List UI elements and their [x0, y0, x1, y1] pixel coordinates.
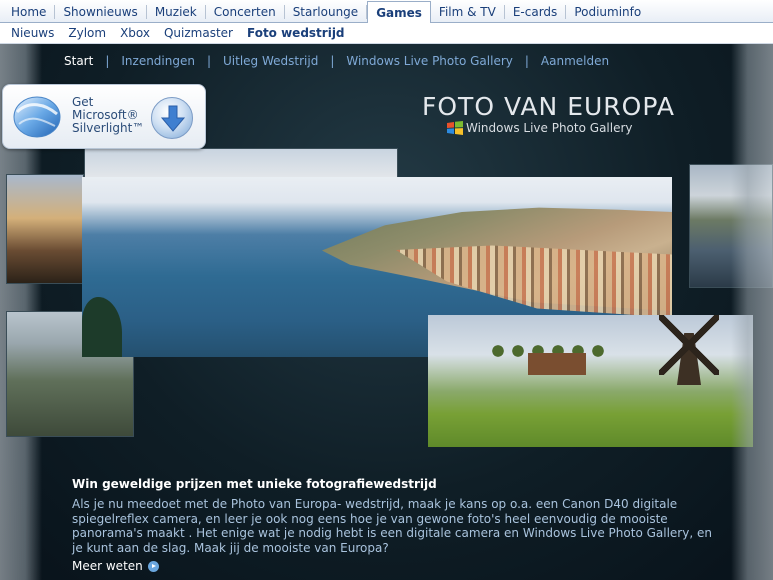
nav-item-podiuminfo[interactable]: Podiuminfo	[566, 5, 649, 19]
arrow-right-icon	[147, 560, 159, 572]
photo-back-top[interactable]	[84, 148, 398, 178]
nav-item-film-tv[interactable]: Film & TV	[431, 4, 505, 19]
windows-flag-icon	[447, 121, 463, 135]
page-title: FOTO VAN EUROPA	[422, 92, 675, 121]
top-navigation: Home Shownieuws Muziek Concerten Starlou…	[0, 0, 773, 24]
get-silverlight-badge[interactable]: Get Microsoft® Silverlight™	[2, 84, 206, 149]
panorama-foliage	[82, 297, 122, 357]
nav-item-shownieuws[interactable]: Shownieuws	[55, 4, 147, 19]
contest-nav-start[interactable]: Start	[64, 54, 93, 68]
contest-nav-inzendingen[interactable]: Inzendingen	[121, 54, 195, 68]
more-info-link[interactable]: Meer weten	[72, 559, 159, 573]
nav-item-e-cards[interactable]: E-cards	[505, 4, 567, 19]
more-info-label: Meer weten	[72, 559, 143, 573]
brand-photo-gallery: Photo Gallery	[551, 121, 633, 135]
windmill-sails	[659, 315, 719, 375]
photo-right-canal[interactable]	[689, 164, 773, 288]
subnav-item-xbox[interactable]: Xbox	[113, 26, 157, 40]
subnav-item-zylom[interactable]: Zylom	[61, 26, 113, 40]
photo-left-city[interactable]	[6, 174, 84, 284]
contest-nav-separator: |	[206, 54, 212, 68]
contest-heading: Win geweldige prijzen met unieke fotogra…	[72, 477, 437, 491]
nav-item-home[interactable]: Home	[3, 4, 56, 19]
silverlight-badge-text: Get Microsoft® Silverlight™	[72, 96, 144, 135]
subnav-item-foto-wedstrijd[interactable]: Foto wedstrijd	[240, 26, 352, 40]
contest-stage: Start | Inzendingen | Uitleg Wedstrijd |…	[0, 44, 773, 580]
contest-nav-separator: |	[524, 54, 529, 68]
sub-navigation: Nieuws Zylom Xbox Quizmaster Foto wedstr…	[0, 23, 773, 44]
photo-windmill-meadow[interactable]	[428, 315, 753, 447]
subnav-item-nieuws[interactable]: Nieuws	[4, 26, 61, 40]
download-arrow-icon	[151, 97, 193, 139]
silverlight-line-3: Silverlight™	[72, 121, 145, 135]
windows-live-photo-gallery-brand: Windows Live Photo Gallery	[446, 120, 633, 136]
nav-item-games[interactable]: Games	[367, 0, 431, 24]
contest-description: Als je nu meedoet met de Photo van Europ…	[72, 497, 712, 555]
meadow-barn	[528, 353, 586, 375]
nav-item-muziek[interactable]: Muziek	[147, 4, 206, 19]
contest-nav-separator: |	[105, 54, 110, 68]
silverlight-logo-icon	[13, 96, 61, 138]
contest-nav-aanmelden[interactable]: Aanmelden	[541, 54, 609, 68]
contest-nav-separator: |	[330, 54, 335, 68]
contest-info: Win geweldige prijzen met unieke fotogra…	[72, 477, 712, 555]
contest-navigation: Start | Inzendingen | Uitleg Wedstrijd |…	[64, 54, 609, 68]
brand-windows-live: Windows Live	[466, 121, 548, 135]
subnav-item-quizmaster[interactable]: Quizmaster	[157, 26, 240, 40]
nav-item-concerten[interactable]: Concerten	[206, 4, 285, 19]
nav-item-starlounge[interactable]: Starlounge	[285, 4, 368, 19]
contest-nav-windows-live-photo-gallery[interactable]: Windows Live Photo Gallery	[346, 54, 512, 68]
contest-nav-uitleg-wedstrijd[interactable]: Uitleg Wedstrijd	[223, 54, 318, 68]
